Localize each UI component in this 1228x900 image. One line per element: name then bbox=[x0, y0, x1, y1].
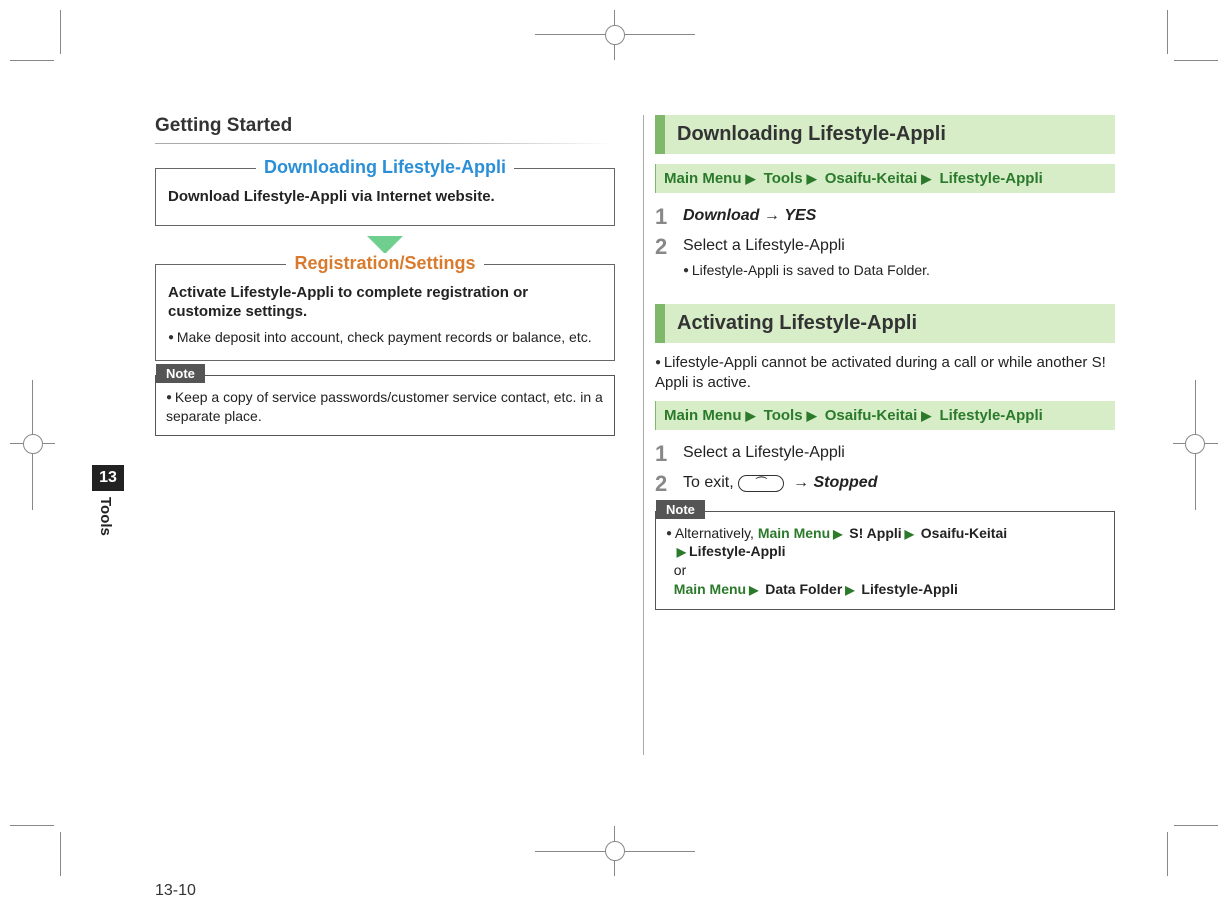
box-registration-bold: Activate Lifestyle-Appli to complete reg… bbox=[168, 283, 602, 322]
end-key-icon: ⏜ bbox=[738, 475, 784, 492]
chapter-number: 13 bbox=[92, 465, 124, 491]
heading-rule bbox=[155, 143, 615, 144]
column-divider bbox=[643, 115, 644, 755]
note-label-right: Note bbox=[656, 500, 705, 519]
nav-path-download: Main Menu▶ Tools▶ Osaifu-Keitai▶ Lifesty… bbox=[655, 164, 1115, 193]
chapter-tab: 13 Tools bbox=[92, 465, 124, 546]
heading-downloading: Downloading Lifestyle-Appli bbox=[655, 115, 1115, 154]
heading-activating: Activating Lifestyle-Appli bbox=[655, 304, 1115, 343]
activate-step-2: 2 To exit, ⏜ → Stopped bbox=[655, 472, 1115, 496]
box-registration-legend: Registration/Settings bbox=[156, 253, 614, 274]
heading-getting-started: Getting Started bbox=[155, 115, 615, 137]
box-downloading-text: Download Lifestyle-Appli via Internet we… bbox=[168, 187, 602, 207]
chapter-name: Tools bbox=[92, 491, 119, 546]
note-label-left: Note bbox=[156, 364, 205, 383]
box-downloading-legend: Downloading Lifestyle-Appli bbox=[156, 157, 614, 178]
download-step-2: 2 Select a Lifestyle-Appli Lifestyle-App… bbox=[655, 235, 1115, 279]
download-step-1: 1 Download → YES bbox=[655, 205, 1115, 229]
note-text-left: Keep a copy of service passwords/custome… bbox=[166, 388, 604, 426]
activate-step-1: 1 Select a Lifestyle-Appli bbox=[655, 442, 1115, 466]
activating-note: Lifestyle-Appli cannot be activated duri… bbox=[655, 353, 1115, 394]
note-box-left: Note Keep a copy of service passwords/cu… bbox=[155, 375, 615, 437]
page-folio: 13-10 bbox=[155, 882, 196, 900]
box-downloading: Downloading Lifestyle-Appli Download Lif… bbox=[155, 168, 615, 226]
flow-arrow-icon bbox=[367, 236, 403, 254]
note-box-right: Note Alternatively, Main Menu▶ S! Appli▶… bbox=[655, 511, 1115, 611]
box-registration: Registration/Settings Activate Lifestyle… bbox=[155, 264, 615, 361]
nav-path-activate: Main Menu▶ Tools▶ Osaifu-Keitai▶ Lifesty… bbox=[655, 401, 1115, 430]
box-registration-sub: Make deposit into account, check payment… bbox=[168, 328, 602, 346]
